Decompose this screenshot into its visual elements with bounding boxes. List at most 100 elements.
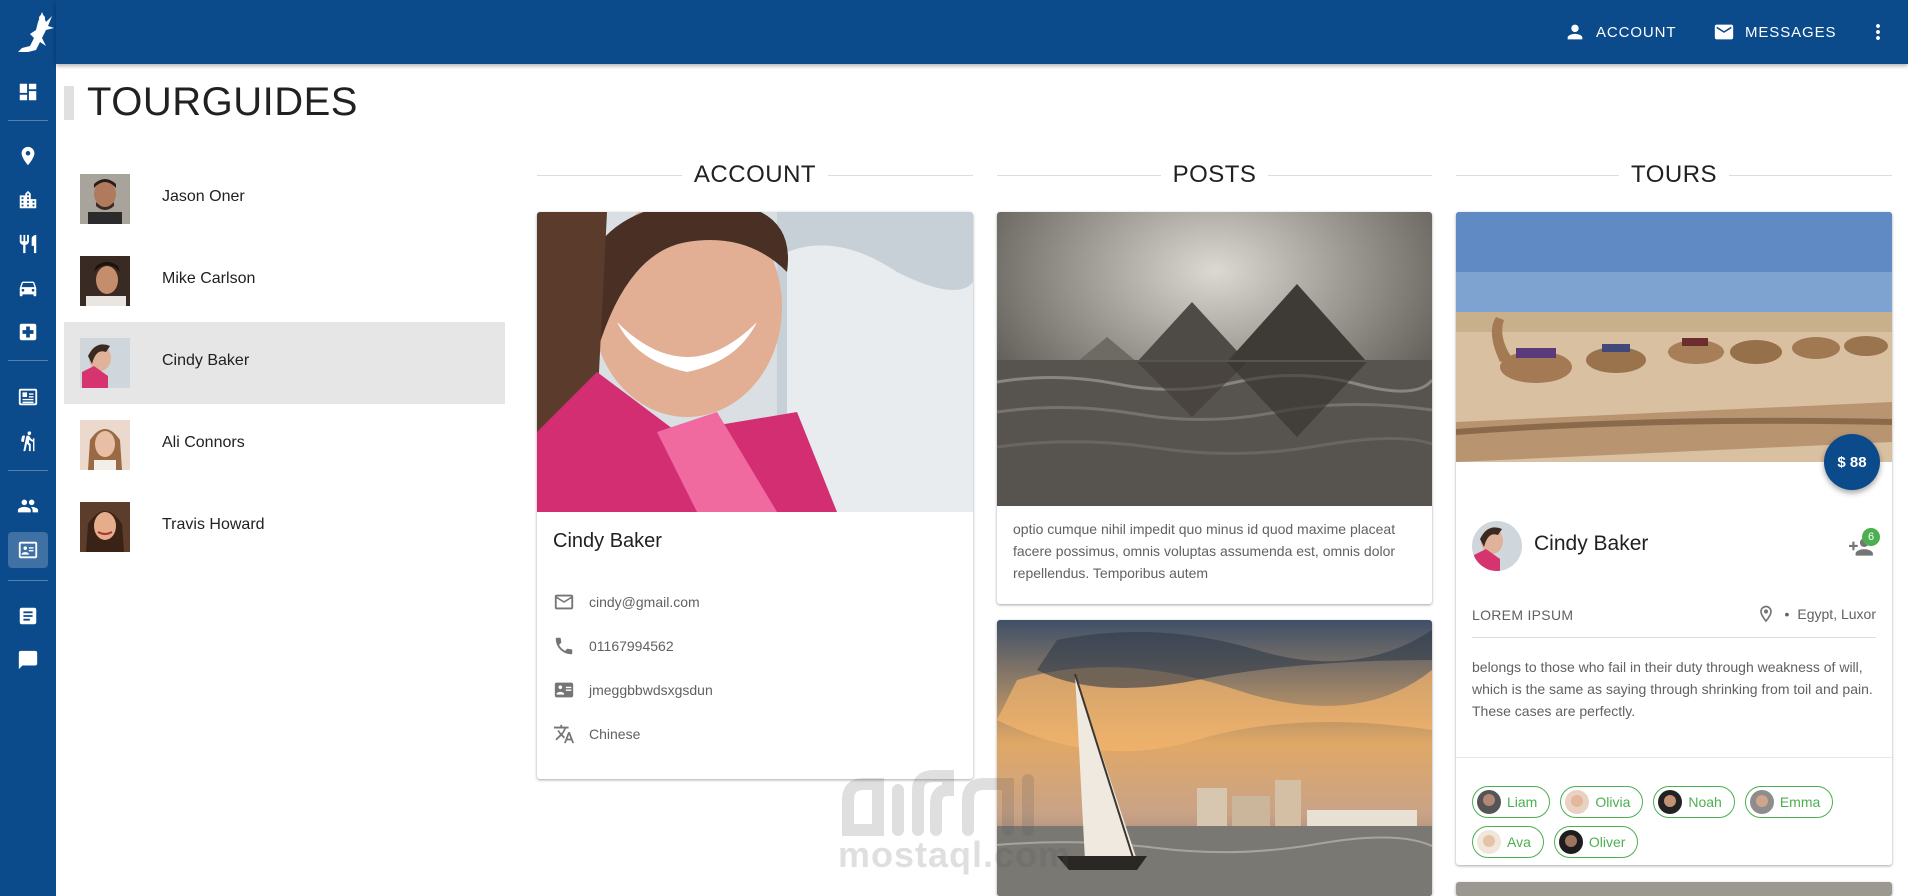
article-icon xyxy=(19,607,37,625)
participant-chip[interactable]: Liam xyxy=(1472,786,1551,818)
account-email: cindy@gmail.com xyxy=(589,594,700,610)
divider xyxy=(1472,637,1876,638)
id-list-icon xyxy=(18,388,38,406)
participant-chip[interactable]: Emma xyxy=(1744,786,1834,818)
posts-section-header: POSTS xyxy=(997,160,1433,190)
sidebar-item-hotels[interactable] xyxy=(8,182,48,218)
page-title: TOURGUIDES xyxy=(87,80,358,124)
post-card[interactable]: optio cumque nihil impedit quo minus id … xyxy=(997,212,1432,604)
participant-chip[interactable]: Noah xyxy=(1653,786,1735,818)
tour-image xyxy=(1456,212,1892,462)
title-accent-bar xyxy=(64,86,74,120)
tour-guide-name: Cindy Baker xyxy=(1534,532,1649,555)
participant-chip[interactable]: Oliver xyxy=(1553,826,1639,858)
participants-badge: 6 xyxy=(1862,528,1880,546)
account-card: Cindy Baker cindy@gmail.com 01167994562 … xyxy=(537,212,973,779)
contact-card-icon xyxy=(18,541,38,559)
sidebar-item-hospitals[interactable] xyxy=(8,314,48,350)
tour-category: LOREM IPSUM xyxy=(1472,607,1574,623)
chat-icon xyxy=(18,650,38,670)
profile-photo xyxy=(537,212,973,512)
sidebar-item-listings[interactable] xyxy=(8,379,48,415)
chip-avatar xyxy=(1658,790,1683,814)
more-menu-button[interactable] xyxy=(1866,20,1890,44)
sidebar-item-restaurants[interactable] xyxy=(8,226,48,262)
tour-location: • Egypt, Luxor xyxy=(1756,604,1876,624)
city-icon xyxy=(19,190,37,209)
chip-label: Noah xyxy=(1688,794,1722,810)
list-item[interactable]: Cindy Baker xyxy=(64,322,505,404)
account-language: Chinese xyxy=(589,726,641,742)
account-id-row: jmeggbbwdsxgsdun xyxy=(553,678,713,702)
participant-chip[interactable]: Olivia xyxy=(1560,786,1644,818)
list-item-name: Cindy Baker xyxy=(162,352,250,369)
badge-icon xyxy=(554,682,574,698)
list-item-name: Mike Carlson xyxy=(162,270,256,287)
list-item[interactable]: Travis Howard xyxy=(64,486,505,568)
price-fab[interactable]: $ 88 xyxy=(1824,434,1880,490)
list-item[interactable]: Mike Carlson xyxy=(64,240,505,322)
list-item-name: Ali Connors xyxy=(162,434,245,451)
account-button[interactable]: ACCOUNT xyxy=(1564,18,1676,46)
more-vert-icon xyxy=(1876,24,1880,40)
chip-label: Oliver xyxy=(1588,834,1626,850)
chip-label: Ava xyxy=(1507,834,1531,850)
list-item[interactable]: Ali Connors xyxy=(64,404,505,486)
tour-description: belongs to those who fail in their duty … xyxy=(1472,659,1873,719)
sidebar-item-users[interactable] xyxy=(8,488,48,524)
phone-icon xyxy=(555,637,573,655)
account-phone: 01167994562 xyxy=(589,638,674,654)
section-title: POSTS xyxy=(1172,161,1257,188)
chip-avatar xyxy=(1558,830,1583,854)
avatar xyxy=(80,256,130,306)
app-logo[interactable] xyxy=(12,8,56,58)
translate-icon xyxy=(553,724,575,744)
list-item-name: Travis Howard xyxy=(162,516,265,533)
chip-avatar xyxy=(1565,790,1590,814)
chip-avatar xyxy=(1749,790,1774,814)
sidebar-item-transport[interactable] xyxy=(8,270,48,306)
tour-card[interactable] xyxy=(1456,882,1892,896)
watermark: mostaql.com xyxy=(838,770,1072,880)
participant-chip[interactable]: Ava xyxy=(1472,826,1544,858)
sidebar-item-posts[interactable] xyxy=(8,598,48,634)
hiking-icon xyxy=(21,431,35,452)
list-item[interactable]: Jason Oner xyxy=(64,158,505,240)
chip-label: Liam xyxy=(1507,794,1538,810)
map-pin-icon xyxy=(21,146,35,166)
tour-card[interactable]: $ 88 Cindy Baker 6 LOREM IPSUM • Egypt, … xyxy=(1456,212,1892,865)
section-title: TOURS xyxy=(1630,161,1718,188)
location-bullet: • xyxy=(1784,606,1790,622)
tourguide-list: Jason Oner Mike Carlson Cindy Baker Ali … xyxy=(64,158,505,568)
account-phone-row: 01167994562 xyxy=(553,634,674,658)
map-pin-icon xyxy=(1760,605,1773,623)
sidebar-item-tourguides[interactable] xyxy=(8,532,48,568)
sidebar-item-places[interactable] xyxy=(8,138,48,174)
mail-icon xyxy=(1714,24,1734,40)
tour-location-text: Egypt, Luxor xyxy=(1797,606,1876,622)
tours-section-header: TOURS xyxy=(1456,160,1893,190)
list-item-name: Jason Oner xyxy=(162,188,245,205)
chip-label: Emma xyxy=(1779,794,1821,810)
account-section-header: ACCOUNT xyxy=(537,160,974,190)
sidebar-item-dashboard[interactable] xyxy=(8,74,48,110)
account-email-row: cindy@gmail.com xyxy=(553,590,700,614)
mail-outline-icon xyxy=(554,594,574,610)
section-title: ACCOUNT xyxy=(693,161,817,188)
watermark-text: mostaql.com xyxy=(838,834,1072,875)
messages-button-label: MESSAGES xyxy=(1745,23,1837,41)
top-app-bar: ACCOUNT MESSAGES xyxy=(56,0,1908,64)
restaurant-icon xyxy=(19,234,37,254)
person-icon xyxy=(1567,24,1583,40)
account-button-label: ACCOUNT xyxy=(1596,23,1677,41)
sidebar-rail xyxy=(0,0,56,896)
chip-avatar xyxy=(1477,790,1501,814)
account-name: Cindy Baker xyxy=(553,530,662,552)
avatar xyxy=(80,174,130,224)
hospital-icon xyxy=(19,323,37,341)
messages-button[interactable]: MESSAGES xyxy=(1713,18,1836,46)
sidebar-item-activities[interactable] xyxy=(8,423,48,459)
sidebar-item-messages[interactable] xyxy=(8,642,48,678)
watermark-logo xyxy=(842,770,1034,836)
participant-chips: Liam Olivia Noah Emma Ava Oliver xyxy=(1472,786,1876,858)
